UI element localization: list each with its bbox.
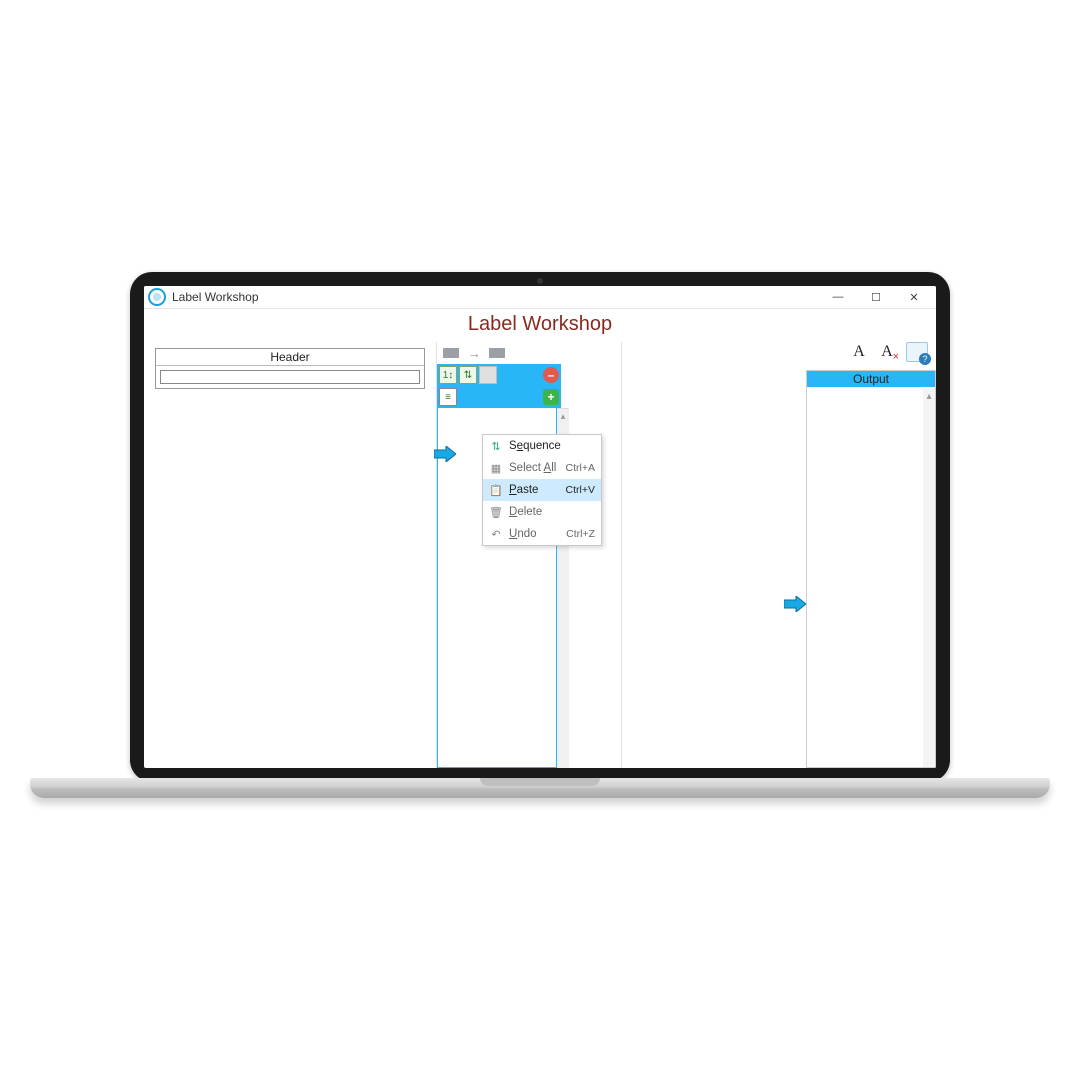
middle-column: → 1↕ ⇅ – ≡ + <box>436 342 622 768</box>
middle-toolbar: → <box>437 342 621 364</box>
right-column: Output ▴ <box>806 342 936 768</box>
page-title: Label Workshop <box>144 309 936 342</box>
sequence-glyph-icon[interactable]: ⇅ <box>459 366 477 384</box>
context-menu-label: Undo <box>509 528 537 540</box>
laptop-notch <box>480 778 600 786</box>
context-menu-label: Sequence <box>509 440 561 452</box>
undo-icon: ↶ <box>489 527 503 541</box>
laptop-frame: Label Workshop — ☐ ✕ Label Workshop A A <box>130 272 950 812</box>
annotation-arrow-left <box>434 446 456 462</box>
context-menu-item-aste[interactable]: 📋 Paste Ctrl+V <box>483 479 601 501</box>
context-menu-shortcut: Ctrl+A <box>566 462 595 474</box>
output-panel-title: Output <box>807 371 935 387</box>
remove-icon[interactable]: – <box>543 367 559 383</box>
tool-arrow-icon[interactable]: → <box>467 346 481 360</box>
add-icon[interactable]: + <box>543 389 559 405</box>
trash-icon: 🗑 <box>489 505 503 519</box>
sort-numeric-icon[interactable]: 1↕ <box>439 366 457 384</box>
header-input[interactable] <box>160 370 421 384</box>
annotation-arrow-right <box>784 596 806 612</box>
selection-strip[interactable]: 1↕ ⇅ – ≡ + <box>437 364 561 408</box>
tool-block-left-icon[interactable] <box>443 348 459 358</box>
menu-lines-icon[interactable]: ≡ <box>439 388 457 406</box>
close-button[interactable]: ✕ <box>906 289 922 305</box>
header-panel: Header <box>155 348 426 389</box>
context-menu-shortcut: Ctrl+Z <box>566 528 595 540</box>
context-menu-shortcut: Ctrl+V <box>566 484 595 496</box>
output-panel: Output ▴ <box>806 370 936 768</box>
context-menu-item-ndo: ↶ Undo Ctrl+Z <box>483 523 601 545</box>
output-scrollbar[interactable]: ▴ <box>923 389 935 767</box>
paste-icon: 📋 <box>489 483 503 497</box>
laptop-base <box>30 778 1050 798</box>
context-menu-item-ll: ▦ Select All Ctrl+A <box>483 457 601 479</box>
app-window: Label Workshop — ☐ ✕ Label Workshop A A <box>144 286 936 768</box>
blank-slot-icon[interactable] <box>479 366 497 384</box>
window-title: Label Workshop <box>172 290 259 304</box>
content-area: Header → 1↕ ⇅ <box>144 342 936 768</box>
tool-block-right-icon[interactable] <box>489 348 505 358</box>
context-menu-label: Delete <box>509 506 542 518</box>
context-menu-item-quence[interactable]: ⇅ Sequence <box>483 435 601 457</box>
left-column: Header <box>144 342 436 768</box>
header-panel-title: Header <box>156 349 425 366</box>
gap-column <box>622 342 806 768</box>
context-menu-item-elete: 🗑 Delete <box>483 501 601 523</box>
camera-dot <box>537 278 543 284</box>
minimize-button[interactable]: — <box>830 289 846 305</box>
titlebar: Label Workshop — ☐ ✕ <box>144 286 936 309</box>
maximize-button[interactable]: ☐ <box>868 289 884 305</box>
screen-bezel: Label Workshop — ☐ ✕ Label Workshop A A <box>130 272 950 782</box>
context-menu-label: Paste <box>509 484 538 496</box>
grid-icon: ▦ <box>489 461 503 475</box>
app-icon <box>148 288 166 306</box>
context-menu[interactable]: ⇅ Sequence ▦ Select All Ctrl+A 📋 Paste Ctrl+V 🗑 D… <box>482 434 602 546</box>
window-controls: — ☐ ✕ <box>830 289 932 305</box>
output-scroll-up-icon[interactable]: ▴ <box>923 389 935 403</box>
scroll-up-icon[interactable]: ▴ <box>557 409 569 423</box>
sequence-icon: ⇅ <box>489 439 503 453</box>
context-menu-label: Select All <box>509 462 556 474</box>
